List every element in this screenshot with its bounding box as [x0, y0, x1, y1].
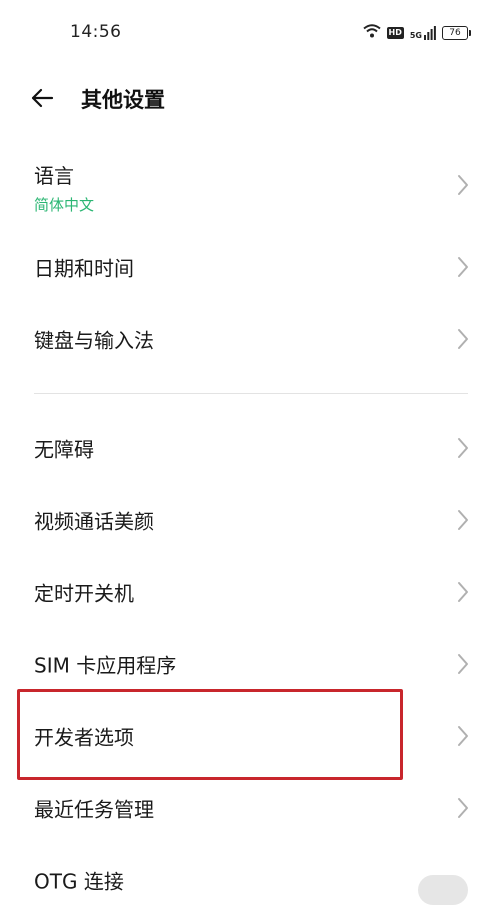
setting-item-label: 最近任务管理: [34, 797, 154, 822]
chevron-right-icon: [458, 174, 468, 195]
chevron-right-icon: [458, 329, 468, 349]
setting-item-developer-options[interactable]: 开发者选项: [0, 700, 500, 772]
setting-item-keyboard-input[interactable]: 键盘与输入法: [0, 303, 500, 375]
setting-item-language[interactable]: 语言 简体中文: [0, 138, 500, 231]
hd-badge: HD: [386, 26, 404, 39]
chevron-right-icon: [458, 798, 468, 818]
setting-item-label: 视频通话美颜: [34, 509, 154, 534]
setting-item-recent-tasks[interactable]: 最近任务管理: [0, 772, 500, 844]
setting-item-date-time[interactable]: 日期和时间: [0, 231, 500, 303]
app-header: 其他设置: [0, 72, 500, 126]
status-time: 14:56: [70, 22, 122, 42]
otg-toggle[interactable]: [418, 875, 468, 905]
chevron-right-icon: [458, 438, 468, 458]
setting-item-value: 简体中文: [34, 196, 95, 214]
chevron-right-icon: [458, 510, 468, 530]
battery-level: 76: [449, 27, 461, 38]
setting-item-scheduled-power[interactable]: 定时开关机: [0, 556, 500, 628]
setting-item-label: 语言: [34, 164, 74, 188]
setting-item-label: 无障碍: [34, 437, 94, 462]
signal-icon: 5G: [409, 25, 436, 40]
wifi-icon: [362, 23, 381, 42]
setting-item-label: 键盘与输入法: [34, 328, 154, 353]
back-button[interactable]: [22, 80, 62, 120]
status-bar: 14:56 HD 5G 76: [0, 0, 500, 66]
chevron-right-icon: [458, 654, 468, 674]
chevron-right-icon: [458, 582, 468, 602]
chevron-right-icon: [458, 726, 468, 746]
setting-item-label: OTG 连接: [34, 869, 124, 894]
setting-item-accessibility[interactable]: 无障碍: [0, 412, 500, 484]
network-type-label: 5G: [409, 30, 422, 40]
chevron-right-icon: [458, 257, 468, 277]
setting-item-label: 定时开关机: [34, 581, 134, 606]
setting-item-sim-apps[interactable]: SIM 卡应用程序: [0, 628, 500, 700]
setting-item-label: 开发者选项: [34, 725, 134, 750]
setting-item-label: 日期和时间: [34, 256, 134, 281]
settings-list: 语言 简体中文 日期和时间 键盘与输入法 无障碍 视频通话美颜 定时开关机 SI…: [0, 138, 500, 916]
setting-item-video-call-beauty[interactable]: 视频通话美颜: [0, 484, 500, 556]
page-title: 其他设置: [81, 88, 165, 112]
section-divider: [34, 393, 468, 394]
battery-icon: 76: [442, 25, 471, 40]
setting-item-label: SIM 卡应用程序: [34, 653, 177, 678]
arrow-left-icon: [30, 88, 54, 112]
status-icons: HD 5G 76: [362, 23, 471, 42]
